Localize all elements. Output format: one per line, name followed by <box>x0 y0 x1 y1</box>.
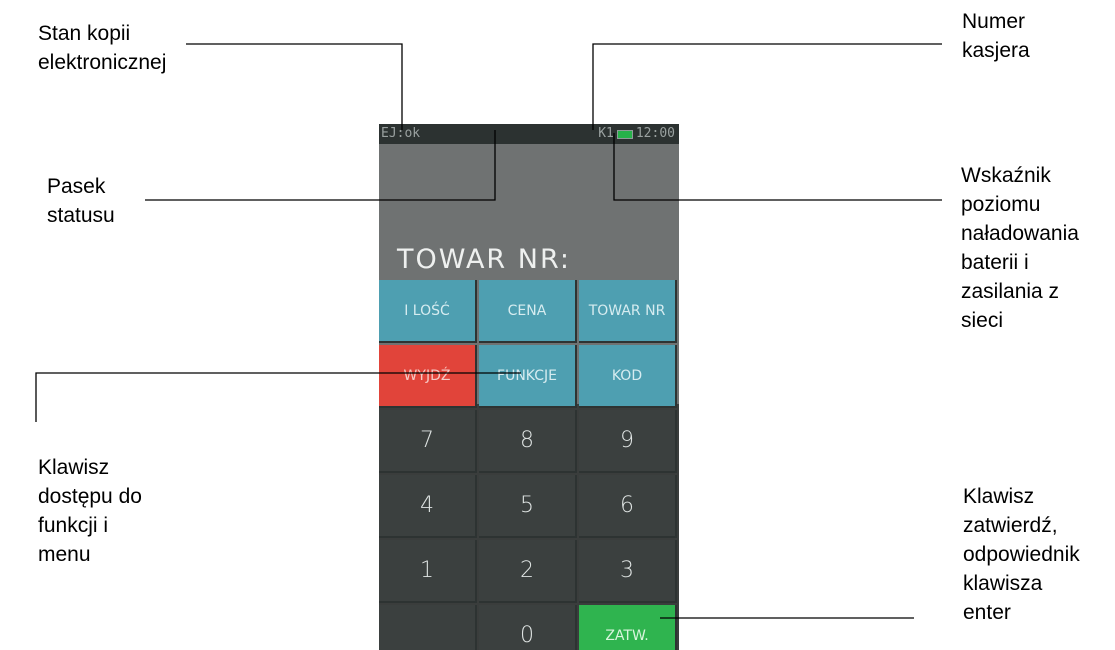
leader-line-function-key <box>35 372 521 422</box>
leader-line-status-bar <box>145 130 496 201</box>
leader-line-battery <box>613 133 942 201</box>
leader-line-cashier <box>592 43 942 130</box>
leader-line-ej-state <box>186 43 403 130</box>
leader-lines <box>35 43 942 619</box>
